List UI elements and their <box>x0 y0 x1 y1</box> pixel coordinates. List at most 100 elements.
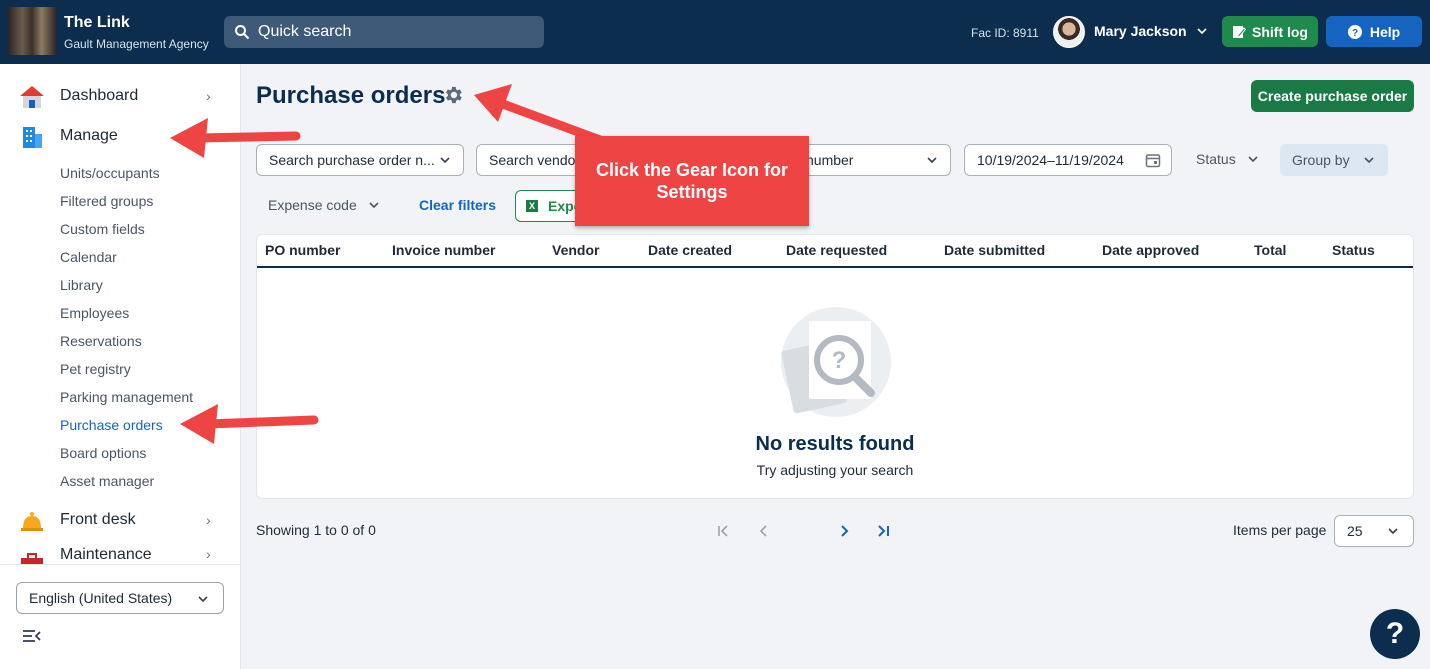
date-range-value: 10/19/2024–11/19/2024 <box>977 152 1124 168</box>
group-by-button[interactable]: Group by <box>1280 144 1388 176</box>
sidebar-label-maintenance: Maintenance <box>60 546 152 563</box>
table-header: PO number Invoice number Vendor Date cre… <box>257 235 1413 268</box>
shift-log-label: Shift log <box>1252 23 1308 40</box>
shift-log-button[interactable]: Shift log <box>1222 16 1318 47</box>
column-header-date-created[interactable]: Date created <box>648 242 732 258</box>
building-icon <box>23 127 42 148</box>
agency-logo[interactable] <box>8 7 56 55</box>
expense-code-label: Expense code <box>268 197 357 213</box>
no-results-hint: Try adjusting your search <box>756 462 914 478</box>
language-value: English (United States) <box>29 590 173 606</box>
gear-icon[interactable] <box>442 84 464 106</box>
column-header-date-requested[interactable]: Date requested <box>786 242 887 258</box>
chevron-right-icon: › <box>206 546 211 562</box>
items-per-page-label: Items per page <box>1233 522 1327 538</box>
chevron-down-icon <box>1248 156 1258 162</box>
column-header-vendor[interactable]: Vendor <box>552 242 599 258</box>
chevron-down-icon <box>1388 528 1398 535</box>
first-page-icon[interactable] <box>717 524 731 538</box>
column-header-date-approved[interactable]: Date approved <box>1102 242 1199 258</box>
excel-icon: X <box>526 200 538 212</box>
sidebar: Dashboard › Manage Units/occupants Filte… <box>0 64 241 669</box>
chevron-right-icon: › <box>206 512 211 528</box>
user-menu[interactable]: Mary Jackson <box>1094 23 1207 39</box>
svg-text:?: ? <box>832 347 847 374</box>
group-by-label: Group by <box>1292 152 1350 168</box>
sidebar-item-dashboard[interactable]: Dashboard › <box>0 78 240 114</box>
sidebar-label-front-desk: Front desk <box>60 511 136 528</box>
fac-id: Fac ID: 8911 <box>971 26 1039 40</box>
help-label: Help <box>1369 23 1401 40</box>
sidebar-item-pet-registry[interactable]: Pet registry <box>60 361 131 377</box>
last-page-icon[interactable] <box>876 524 892 538</box>
next-page-icon[interactable] <box>837 524 851 538</box>
po-search-select[interactable]: Search purchase order n... <box>256 144 464 176</box>
po-search-value: Search purchase order n... <box>269 152 435 168</box>
tutorial-callout: Click the Gear Icon for Settings <box>575 136 809 226</box>
no-results-icon: ? <box>781 307 891 417</box>
previous-page-icon[interactable] <box>757 524 771 538</box>
items-per-page-select[interactable]: 25 <box>1334 515 1414 547</box>
create-purchase-order-button[interactable]: Create purchase order <box>1251 80 1414 112</box>
sidebar-item-custom-fields[interactable]: Custom fields <box>60 221 145 237</box>
sidebar-item-units-occupants[interactable]: Units/occupants <box>60 165 160 181</box>
column-header-po-number[interactable]: PO number <box>265 242 340 258</box>
chevron-down-icon <box>1197 28 1207 34</box>
app-title: The Link <box>64 14 130 31</box>
sidebar-item-manage[interactable]: Manage <box>0 118 240 154</box>
vendor-search-value: Search vendor <box>489 152 581 168</box>
sidebar-item-parking-management[interactable]: Parking management <box>60 389 193 405</box>
top-bar: The Link Gault Management Agency Quick s… <box>0 0 1430 64</box>
bell-icon <box>21 512 43 531</box>
chevron-down-icon <box>198 596 208 603</box>
sidebar-item-calendar[interactable]: Calendar <box>60 249 117 265</box>
showing-count: Showing 1 to 0 of 0 <box>256 522 376 538</box>
chevron-right-icon: › <box>206 88 211 104</box>
sidebar-item-library[interactable]: Library <box>60 277 103 293</box>
clear-filters-link[interactable]: Clear filters <box>419 197 496 213</box>
svg-text:?: ? <box>1352 28 1358 39</box>
calendar-icon[interactable] <box>1145 152 1161 168</box>
sidebar-item-board-options[interactable]: Board options <box>60 445 146 461</box>
quick-search-placeholder: Quick search <box>258 23 352 40</box>
sidebar-label-manage: Manage <box>60 127 118 144</box>
note-edit-icon <box>1233 25 1246 38</box>
sidebar-footer: English (United States) <box>0 564 240 669</box>
sidebar-item-reservations[interactable]: Reservations <box>60 333 142 349</box>
chevron-down-icon <box>927 157 937 164</box>
expense-code-filter[interactable]: Expense code <box>268 197 379 213</box>
column-header-status[interactable]: Status <box>1332 242 1375 258</box>
items-per-page-value: 25 <box>1347 523 1363 539</box>
help-fab-button[interactable]: ? <box>1370 609 1420 659</box>
invoice-number-value: number <box>806 152 854 168</box>
arrow-to-gear <box>474 84 605 145</box>
language-select[interactable]: English (United States) <box>16 582 224 614</box>
quick-search-input[interactable]: Quick search <box>224 16 544 48</box>
sidebar-item-employees[interactable]: Employees <box>60 305 129 321</box>
avatar[interactable] <box>1053 16 1085 48</box>
no-results-title: No results found <box>755 433 915 455</box>
column-header-invoice-number[interactable]: Invoice number <box>392 242 495 258</box>
collapse-menu-icon[interactable] <box>22 628 42 644</box>
chevron-down-icon <box>440 157 450 164</box>
status-filter[interactable]: Status <box>1196 151 1258 167</box>
house-icon <box>20 86 44 108</box>
sidebar-item-filtered-groups[interactable]: Filtered groups <box>60 193 153 209</box>
sidebar-item-front-desk[interactable]: Front desk › <box>0 502 240 538</box>
chevron-down-icon <box>1364 157 1374 163</box>
column-header-date-submitted[interactable]: Date submitted <box>944 242 1045 258</box>
search-icon <box>235 25 250 40</box>
sidebar-item-asset-manager[interactable]: Asset manager <box>60 473 154 489</box>
date-range-input[interactable]: 10/19/2024–11/19/2024 <box>964 144 1172 176</box>
column-header-total[interactable]: Total <box>1254 242 1286 258</box>
sidebar-item-maintenance[interactable]: Maintenance › <box>0 542 240 564</box>
help-button[interactable]: ? Help <box>1326 16 1422 47</box>
help-circle-icon: ? <box>1347 24 1362 39</box>
agency-name: Gault Management Agency <box>64 37 209 51</box>
chevron-down-icon <box>369 202 379 208</box>
user-name: Mary Jackson <box>1094 23 1187 39</box>
sidebar-item-purchase-orders[interactable]: Purchase orders <box>60 417 163 433</box>
toolbox-icon <box>21 553 43 564</box>
sidebar-label-dashboard: Dashboard <box>60 87 139 104</box>
status-filter-label: Status <box>1196 151 1236 167</box>
